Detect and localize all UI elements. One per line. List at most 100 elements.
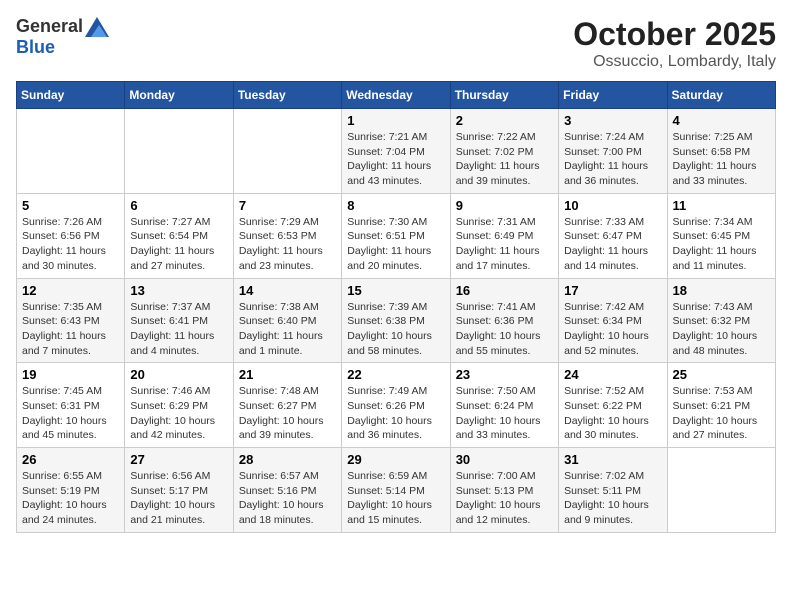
calendar-cell: 7 Sunrise: 7:29 AM Sunset: 6:53 PM Daylig…	[233, 193, 341, 278]
calendar-cell: 12 Sunrise: 7:35 AM Sunset: 6:43 PM Dayli…	[17, 278, 125, 363]
day-number: 15	[347, 283, 444, 298]
day-info: Sunrise: 7:35 AM Sunset: 6:43 PM Dayligh…	[22, 300, 119, 359]
calendar-cell: 6 Sunrise: 7:27 AM Sunset: 6:54 PM Daylig…	[125, 193, 233, 278]
day-number: 22	[347, 367, 444, 382]
calendar-cell: 15 Sunrise: 7:39 AM Sunset: 6:38 PM Dayli…	[342, 278, 450, 363]
day-info: Sunrise: 7:02 AM Sunset: 5:11 PM Dayligh…	[564, 469, 661, 528]
header-wednesday: Wednesday	[342, 82, 450, 109]
day-number: 14	[239, 283, 336, 298]
week-row-5: 26Sunrise: 6:55 AM Sunset: 5:19 PM Dayli…	[17, 448, 776, 533]
page-header: General Blue October 2025 Ossuccio, Lomb…	[16, 16, 776, 71]
day-number: 30	[456, 452, 553, 467]
day-number: 11	[673, 198, 770, 213]
day-info: Sunrise: 7:46 AM Sunset: 6:29 PM Dayligh…	[130, 384, 227, 443]
calendar-cell: 5 Sunrise: 7:26 AM Sunset: 6:56 PM Daylig…	[17, 193, 125, 278]
calendar-cell: 31 Sunrise: 7:02 AM Sunset: 5:11 PM Dayli…	[559, 448, 667, 533]
day-info: Sunrise: 7:26 AM Sunset: 6:56 PM Dayligh…	[22, 215, 119, 274]
day-info: Sunrise: 7:48 AM Sunset: 6:27 PM Dayligh…	[239, 384, 336, 443]
day-info: Sunrise: 7:24 AM Sunset: 7:00 PM Dayligh…	[564, 130, 661, 189]
day-number: 6	[130, 198, 227, 213]
calendar-cell: 29Sunrise: 6:59 AM Sunset: 5:14 PM Dayli…	[342, 448, 450, 533]
title-section: October 2025 Ossuccio, Lombardy, Italy	[573, 16, 776, 71]
day-number: 7	[239, 198, 336, 213]
day-info: Sunrise: 7:38 AM Sunset: 6:40 PM Dayligh…	[239, 300, 336, 359]
day-number: 5	[22, 198, 119, 213]
day-number: 1	[347, 113, 444, 128]
day-info: Sunrise: 7:22 AM Sunset: 7:02 PM Dayligh…	[456, 130, 553, 189]
calendar-cell: 30 Sunrise: 7:00 AM Sunset: 5:13 PM Dayli…	[450, 448, 558, 533]
day-info: Sunrise: 7:30 AM Sunset: 6:51 PM Dayligh…	[347, 215, 444, 274]
day-info: Sunrise: 7:42 AM Sunset: 6:34 PM Dayligh…	[564, 300, 661, 359]
header-thursday: Thursday	[450, 82, 558, 109]
calendar-cell: 22 Sunrise: 7:49 AM Sunset: 6:26 PM Dayli…	[342, 363, 450, 448]
day-info: Sunrise: 6:55 AM Sunset: 5:19 PM Dayligh…	[22, 469, 119, 528]
calendar-cell: 1 Sunrise: 7:21 AM Sunset: 7:04 PM Daylig…	[342, 109, 450, 194]
day-number: 3	[564, 113, 661, 128]
day-info: Sunrise: 7:49 AM Sunset: 6:26 PM Dayligh…	[347, 384, 444, 443]
calendar-cell: 20Sunrise: 7:46 AM Sunset: 6:29 PM Dayli…	[125, 363, 233, 448]
calendar-cell: 8Sunrise: 7:30 AM Sunset: 6:51 PM Daylig…	[342, 193, 450, 278]
logo-general-text: General	[16, 16, 83, 37]
day-info: Sunrise: 7:45 AM Sunset: 6:31 PM Dayligh…	[22, 384, 119, 443]
day-info: Sunrise: 7:25 AM Sunset: 6:58 PM Dayligh…	[673, 130, 770, 189]
calendar-cell: 24Sunrise: 7:52 AM Sunset: 6:22 PM Dayli…	[559, 363, 667, 448]
day-number: 29	[347, 452, 444, 467]
logo-blue-text: Blue	[16, 37, 55, 58]
day-number: 23	[456, 367, 553, 382]
calendar-cell: 18 Sunrise: 7:43 AM Sunset: 6:32 PM Dayli…	[667, 278, 775, 363]
header-sunday: Sunday	[17, 82, 125, 109]
calendar-cell: 3 Sunrise: 7:24 AM Sunset: 7:00 PM Daylig…	[559, 109, 667, 194]
day-number: 4	[673, 113, 770, 128]
calendar-cell: 13 Sunrise: 7:37 AM Sunset: 6:41 PM Dayli…	[125, 278, 233, 363]
calendar-cell	[17, 109, 125, 194]
week-row-2: 5 Sunrise: 7:26 AM Sunset: 6:56 PM Daylig…	[17, 193, 776, 278]
day-number: 2	[456, 113, 553, 128]
day-number: 12	[22, 283, 119, 298]
location-text: Ossuccio, Lombardy, Italy	[573, 53, 776, 71]
logo-icon	[85, 17, 109, 37]
day-info: Sunrise: 7:37 AM Sunset: 6:41 PM Dayligh…	[130, 300, 227, 359]
day-info: Sunrise: 7:33 AM Sunset: 6:47 PM Dayligh…	[564, 215, 661, 274]
calendar-cell: 17 Sunrise: 7:42 AM Sunset: 6:34 PM Dayli…	[559, 278, 667, 363]
header-saturday: Saturday	[667, 82, 775, 109]
day-info: Sunrise: 7:00 AM Sunset: 5:13 PM Dayligh…	[456, 469, 553, 528]
day-info: Sunrise: 7:34 AM Sunset: 6:45 PM Dayligh…	[673, 215, 770, 274]
day-info: Sunrise: 7:21 AM Sunset: 7:04 PM Dayligh…	[347, 130, 444, 189]
calendar-cell: 14 Sunrise: 7:38 AM Sunset: 6:40 PM Dayli…	[233, 278, 341, 363]
day-info: Sunrise: 6:56 AM Sunset: 5:17 PM Dayligh…	[130, 469, 227, 528]
week-row-1: 1 Sunrise: 7:21 AM Sunset: 7:04 PM Daylig…	[17, 109, 776, 194]
day-number: 10	[564, 198, 661, 213]
calendar-cell: 19Sunrise: 7:45 AM Sunset: 6:31 PM Dayli…	[17, 363, 125, 448]
day-number: 27	[130, 452, 227, 467]
day-info: Sunrise: 7:31 AM Sunset: 6:49 PM Dayligh…	[456, 215, 553, 274]
calendar-cell: 28Sunrise: 6:57 AM Sunset: 5:16 PM Dayli…	[233, 448, 341, 533]
header-tuesday: Tuesday	[233, 82, 341, 109]
day-number: 31	[564, 452, 661, 467]
day-info: Sunrise: 7:27 AM Sunset: 6:54 PM Dayligh…	[130, 215, 227, 274]
calendar-cell: 10 Sunrise: 7:33 AM Sunset: 6:47 PM Dayli…	[559, 193, 667, 278]
calendar-cell	[125, 109, 233, 194]
calendar-cell	[667, 448, 775, 533]
calendar-cell	[233, 109, 341, 194]
day-info: Sunrise: 6:57 AM Sunset: 5:16 PM Dayligh…	[239, 469, 336, 528]
calendar-cell: 4 Sunrise: 7:25 AM Sunset: 6:58 PM Daylig…	[667, 109, 775, 194]
day-info: Sunrise: 7:29 AM Sunset: 6:53 PM Dayligh…	[239, 215, 336, 274]
day-number: 25	[673, 367, 770, 382]
week-row-4: 19Sunrise: 7:45 AM Sunset: 6:31 PM Dayli…	[17, 363, 776, 448]
calendar-cell: 27 Sunrise: 6:56 AM Sunset: 5:17 PM Dayli…	[125, 448, 233, 533]
calendar-cell: 9 Sunrise: 7:31 AM Sunset: 6:49 PM Daylig…	[450, 193, 558, 278]
calendar-cell: 2 Sunrise: 7:22 AM Sunset: 7:02 PM Daylig…	[450, 109, 558, 194]
calendar-table: SundayMondayTuesdayWednesdayThursdayFrid…	[16, 81, 776, 533]
header-monday: Monday	[125, 82, 233, 109]
day-number: 9	[456, 198, 553, 213]
day-number: 18	[673, 283, 770, 298]
day-number: 16	[456, 283, 553, 298]
header-friday: Friday	[559, 82, 667, 109]
day-number: 17	[564, 283, 661, 298]
day-info: Sunrise: 7:39 AM Sunset: 6:38 PM Dayligh…	[347, 300, 444, 359]
day-number: 13	[130, 283, 227, 298]
day-info: Sunrise: 7:43 AM Sunset: 6:32 PM Dayligh…	[673, 300, 770, 359]
calendar-cell: 21Sunrise: 7:48 AM Sunset: 6:27 PM Dayli…	[233, 363, 341, 448]
calendar-cell: 23 Sunrise: 7:50 AM Sunset: 6:24 PM Dayli…	[450, 363, 558, 448]
day-info: Sunrise: 7:50 AM Sunset: 6:24 PM Dayligh…	[456, 384, 553, 443]
